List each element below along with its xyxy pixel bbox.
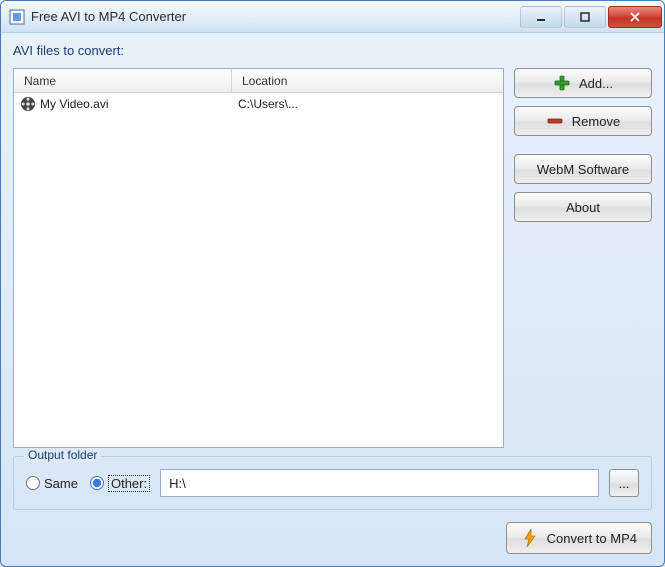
lightning-icon: [521, 529, 539, 547]
webm-software-button[interactable]: WebM Software: [514, 154, 652, 184]
add-button-label: Add...: [579, 76, 613, 91]
listview-body[interactable]: My Video.avi C:\Users\...: [14, 93, 503, 447]
column-header-name[interactable]: Name: [14, 69, 232, 93]
output-radio-group: Same Other:: [26, 475, 150, 492]
output-folder-fieldset: Output folder Same Other: ...: [13, 456, 652, 510]
table-row[interactable]: My Video.avi C:\Users\...: [14, 93, 503, 115]
film-reel-icon: [20, 96, 36, 112]
app-icon: [9, 9, 25, 25]
side-buttons: Add... Remove WebM Software About: [514, 68, 652, 448]
maximize-button[interactable]: [564, 6, 606, 28]
column-header-location[interactable]: Location: [232, 69, 503, 93]
radio-other[interactable]: Other:: [90, 475, 150, 492]
files-listview[interactable]: Name Location: [13, 68, 504, 448]
plus-icon: [553, 74, 571, 92]
about-button-label: About: [566, 200, 600, 215]
remove-button[interactable]: Remove: [514, 106, 652, 136]
radio-same-label: Same: [44, 476, 78, 491]
webm-button-label: WebM Software: [537, 162, 629, 177]
browse-button[interactable]: ...: [609, 469, 639, 497]
minimize-button[interactable]: [520, 6, 562, 28]
about-button[interactable]: About: [514, 192, 652, 222]
file-name-text: My Video.avi: [40, 97, 108, 111]
radio-other-input[interactable]: [90, 476, 104, 490]
window-controls: [520, 6, 662, 28]
radio-other-label: Other:: [108, 475, 150, 492]
convert-button[interactable]: Convert to MP4: [506, 522, 652, 554]
bottom-row: Convert to MP4: [13, 518, 652, 554]
listview-header: Name Location: [14, 69, 503, 93]
window-title: Free AVI to MP4 Converter: [31, 9, 520, 24]
radio-same[interactable]: Same: [26, 476, 78, 491]
add-button[interactable]: Add...: [514, 68, 652, 98]
titlebar[interactable]: Free AVI to MP4 Converter: [1, 1, 664, 33]
files-section-label: AVI files to convert:: [13, 43, 652, 58]
output-folder-legend: Output folder: [24, 448, 101, 462]
output-row: Same Other: ...: [26, 469, 639, 497]
file-location-text: C:\Users\...: [238, 97, 298, 111]
output-path-input[interactable]: [160, 469, 599, 497]
radio-same-input[interactable]: [26, 476, 40, 490]
convert-button-label: Convert to MP4: [547, 531, 637, 546]
main-row: Name Location: [13, 68, 652, 448]
file-location-cell: C:\Users\...: [232, 97, 503, 111]
browse-button-label: ...: [619, 476, 630, 491]
client-area: AVI files to convert: Name Location: [1, 33, 664, 566]
app-window: Free AVI to MP4 Converter AVI files to c…: [0, 0, 665, 567]
close-button[interactable]: [608, 6, 662, 28]
file-name-cell: My Video.avi: [14, 96, 232, 112]
minus-icon: [546, 112, 564, 130]
remove-button-label: Remove: [572, 114, 620, 129]
